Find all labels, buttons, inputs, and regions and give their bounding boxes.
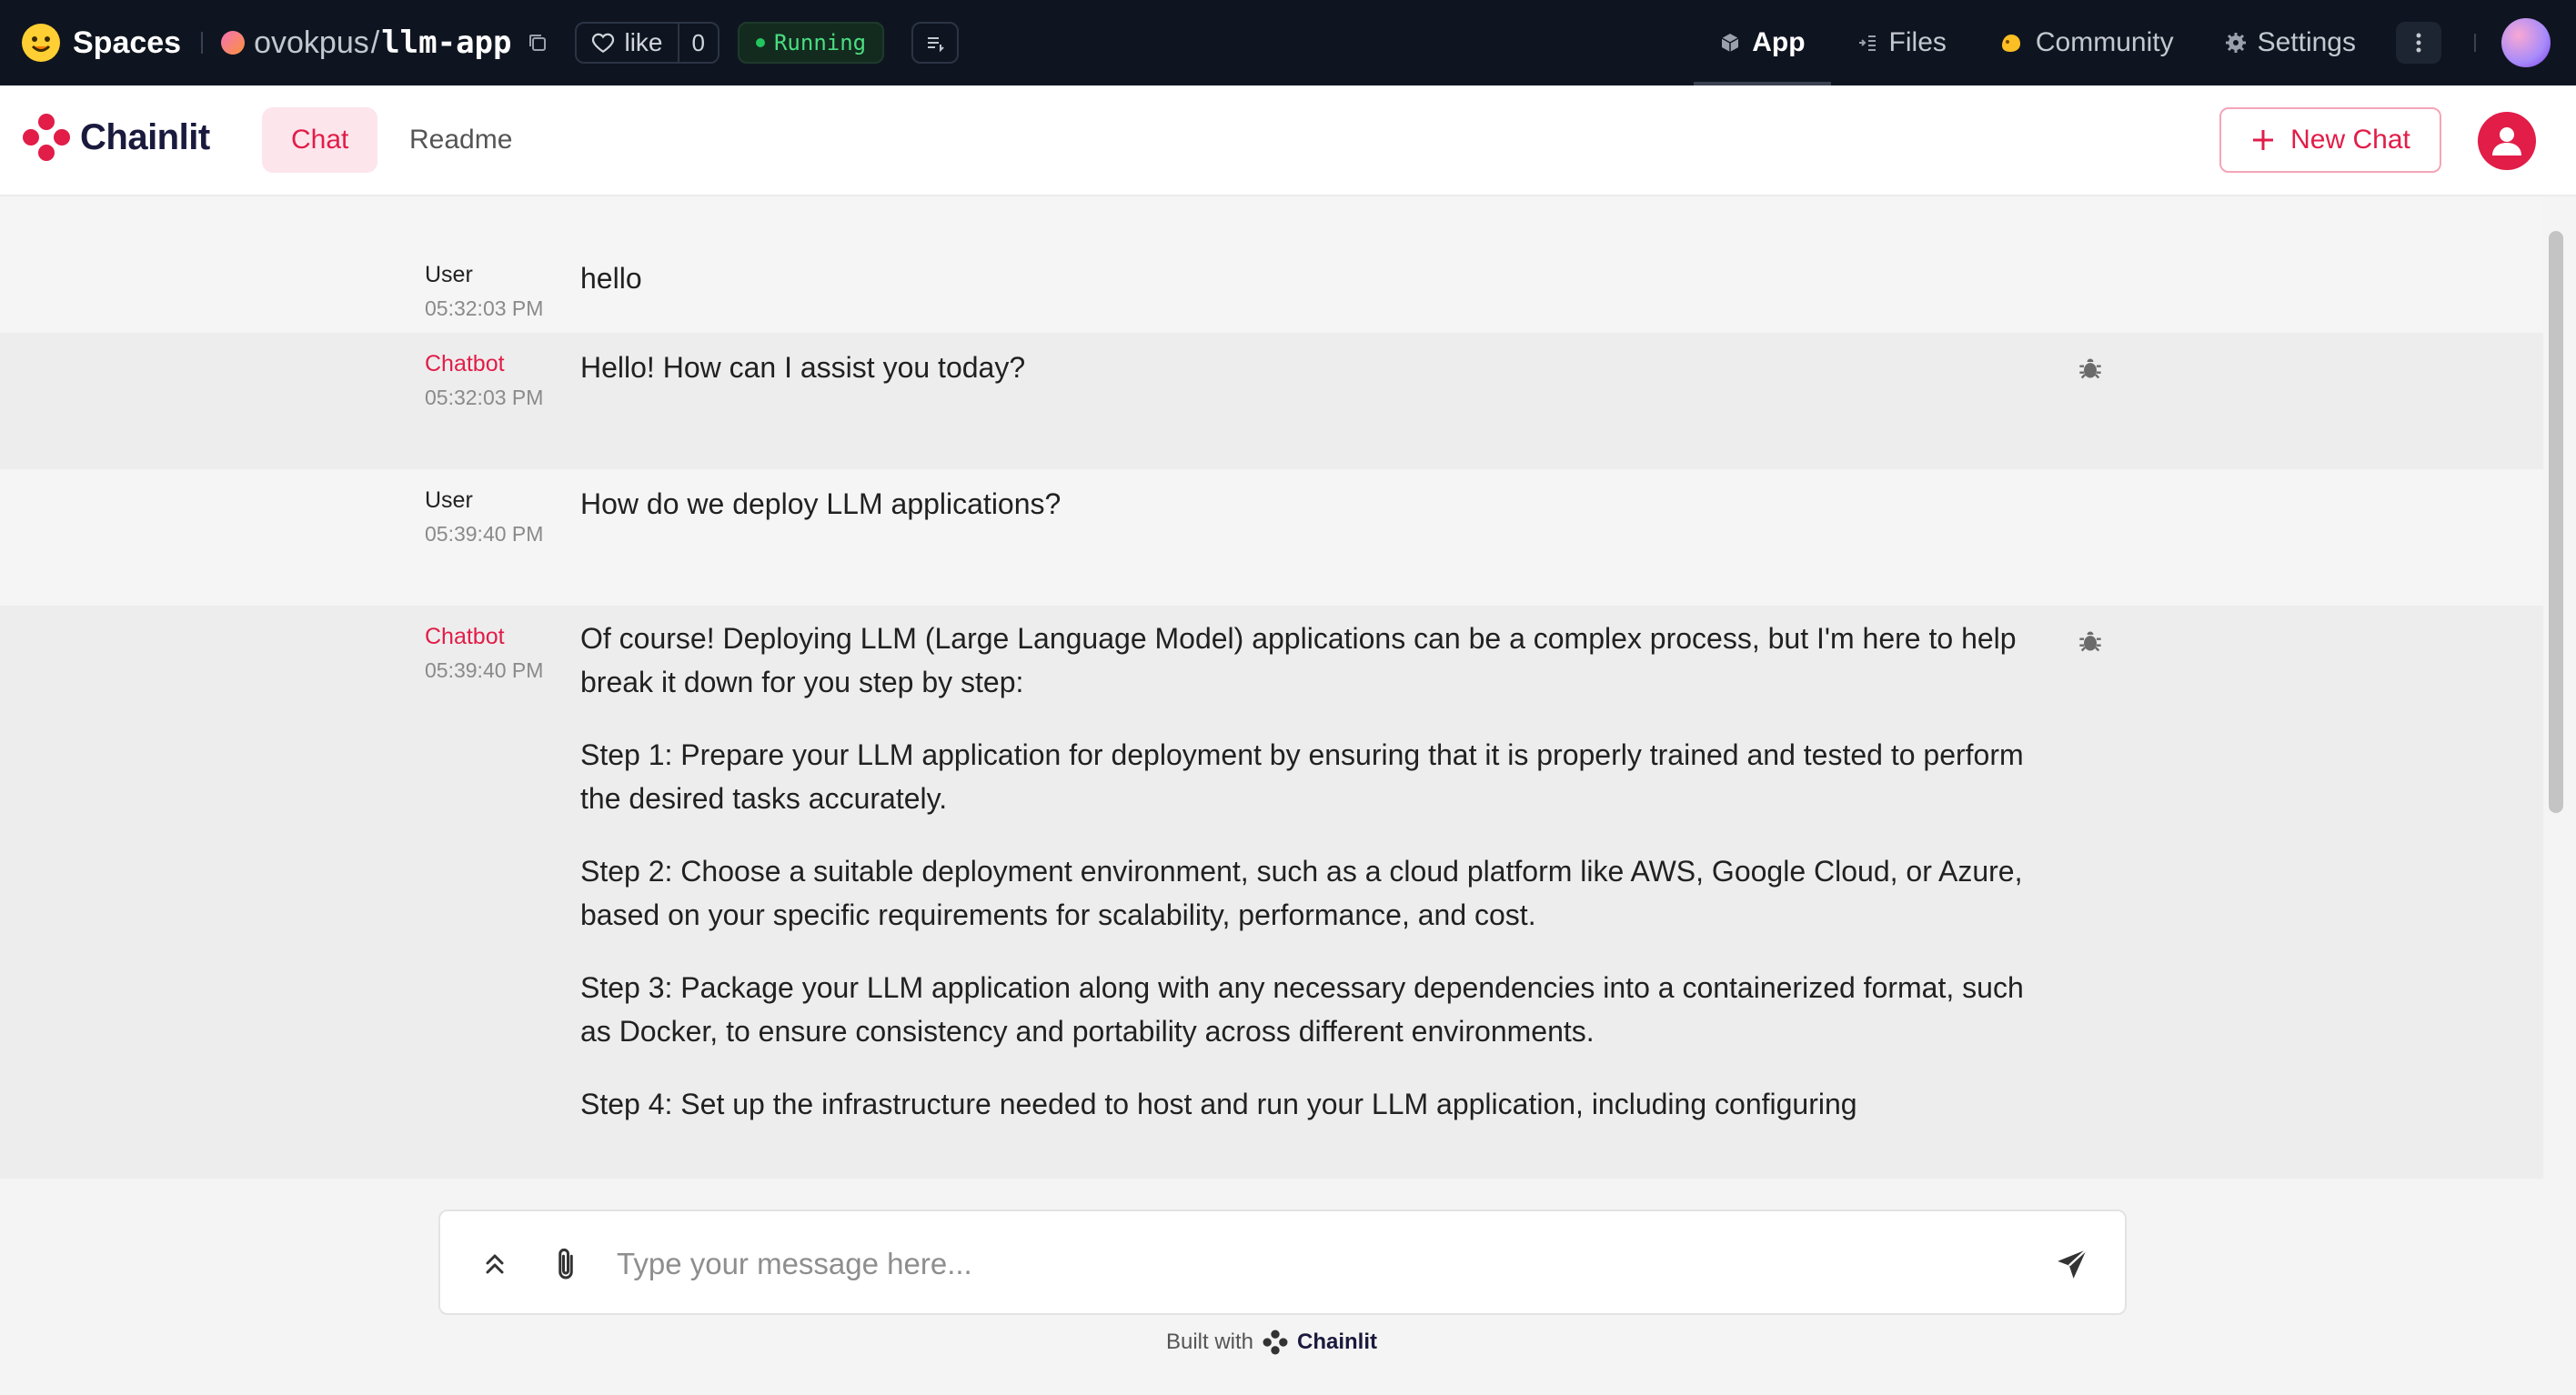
composer-area: Built with Chainlit [0, 1179, 2543, 1395]
plus-icon [2253, 130, 2274, 150]
chevrons-up-icon[interactable] [477, 1246, 513, 1282]
user-icon [2492, 127, 2521, 156]
built-with-footer[interactable]: Built with Chainlit [0, 1330, 2543, 1355]
chainlit-header: Chainlit Chat Readme New Chat [0, 85, 2576, 196]
message-row: Chatbot 05:39:40 PM Of course! Deploying… [0, 606, 2543, 1179]
message-body: Of course! Deploying LLM (Large Language… [580, 617, 2054, 1155]
message-author: Chatbot [425, 624, 505, 649]
scrollbar-thumb[interactable] [2549, 231, 2563, 813]
hf-left-group: Spaces ovokpus / llm-app like 0 Running [22, 0, 960, 85]
message-author: User [425, 487, 473, 513]
new-chat-label: New Chat [2290, 125, 2410, 155]
tab-chat[interactable]: Chat [262, 107, 378, 173]
owner-link[interactable]: ovokpus [254, 25, 369, 61]
hf-top-bar: Spaces ovokpus / llm-app like 0 Running … [0, 0, 2576, 85]
attach-icon[interactable] [548, 1246, 584, 1282]
owner-avatar[interactable] [221, 31, 246, 55]
divider [2474, 34, 2476, 52]
message-time: 05:32:03 PM [425, 386, 544, 409]
chainlit-logo[interactable]: Chainlit [22, 113, 210, 162]
built-with-label: Built with [1165, 1330, 1254, 1354]
message-body: How do we deploy LLM applications? [580, 482, 2054, 526]
message-input[interactable] [617, 1237, 1981, 1291]
debug-icon[interactable] [2078, 356, 2103, 381]
message-author: Chatbot [425, 351, 505, 376]
user-avatar[interactable] [2501, 18, 2551, 67]
status-dot-icon [755, 38, 765, 47]
files-icon [1858, 35, 1876, 51]
tab-readme[interactable]: Readme [380, 107, 541, 173]
like-toggle[interactable]: like [577, 24, 679, 62]
nav-community-label: Community [2035, 27, 2174, 57]
nav-community[interactable]: Community [1972, 0, 2199, 85]
divider [201, 32, 204, 54]
message-composer [438, 1209, 2127, 1315]
chainlit-logo-icon [23, 114, 70, 161]
message-text: Hello! How can I assist you today? [580, 351, 1026, 384]
send-icon[interactable] [2054, 1246, 2090, 1282]
message-paragraph: Step 1: Prepare your LLM application for… [580, 738, 2024, 815]
chainlit-mini-logo-icon [1263, 1330, 1288, 1355]
nav-settings[interactable]: Settings [2199, 0, 2381, 85]
message-paragraph: Step 4: Set up the infrastructure needed… [580, 1088, 1857, 1120]
community-icon [2001, 35, 2020, 52]
more-options-button[interactable] [2396, 22, 2441, 64]
like-label: like [624, 28, 663, 56]
built-with-brand: Chainlit [1297, 1330, 1378, 1354]
copy-icon[interactable] [526, 31, 549, 55]
new-chat-button[interactable]: New Chat [2219, 107, 2441, 173]
status-badge[interactable]: Running [737, 22, 885, 64]
message-time: 05:39:40 PM [425, 522, 544, 546]
path-separator: / [370, 25, 380, 60]
message-body: Hello! How can I assist you today? [580, 346, 2054, 389]
message-text: hello [580, 262, 642, 295]
hf-nav: App Files Community Settings [1694, 0, 2576, 85]
heart-icon [592, 33, 615, 54]
repo-link[interactable]: llm-app [381, 25, 511, 61]
brand-name: Chainlit [80, 116, 210, 157]
more-vertical-icon [2416, 33, 2421, 53]
message-row: User 05:39:40 PM How do we deploy LLM ap… [0, 469, 2543, 606]
message-list: User 05:32:03 PM hello Chatbot 05:32:03 … [0, 196, 2543, 1179]
status-label: Running [773, 30, 867, 55]
message-paragraph: Of course! Deploying LLM (Large Language… [580, 622, 2017, 698]
message-paragraph: Step 3: Package your LLM application alo… [580, 971, 2024, 1048]
nav-app[interactable]: App [1694, 0, 1831, 85]
nav-files[interactable]: Files [1831, 0, 1972, 85]
message-paragraph: Step 2: Choose a suitable deployment env… [580, 855, 2023, 931]
like-button[interactable]: like 0 [575, 22, 719, 64]
message-time: 05:39:40 PM [425, 658, 544, 682]
cube-icon [1721, 34, 1739, 52]
message-text: How do we deploy LLM applications? [580, 487, 1062, 520]
gear-icon [2225, 33, 2246, 53]
message-row: User 05:32:03 PM hello [0, 196, 2543, 333]
message-row: Chatbot 05:32:03 PM Hello! How can I ass… [0, 333, 2543, 469]
nav-settings-label: Settings [2257, 27, 2356, 57]
debug-icon[interactable] [2078, 628, 2103, 654]
message-body: hello [580, 256, 2054, 300]
logs-button[interactable] [911, 22, 960, 64]
message-author: User [425, 262, 473, 287]
hugging-face-logo-icon[interactable] [22, 24, 60, 62]
nav-app-label: App [1752, 27, 1806, 57]
spaces-link[interactable]: Spaces [73, 25, 181, 61]
like-count[interactable]: 0 [679, 29, 718, 57]
nav-files-label: Files [1888, 27, 1947, 57]
account-button[interactable] [2478, 112, 2536, 170]
message-time: 05:32:03 PM [425, 296, 544, 320]
list-icon [928, 37, 944, 53]
